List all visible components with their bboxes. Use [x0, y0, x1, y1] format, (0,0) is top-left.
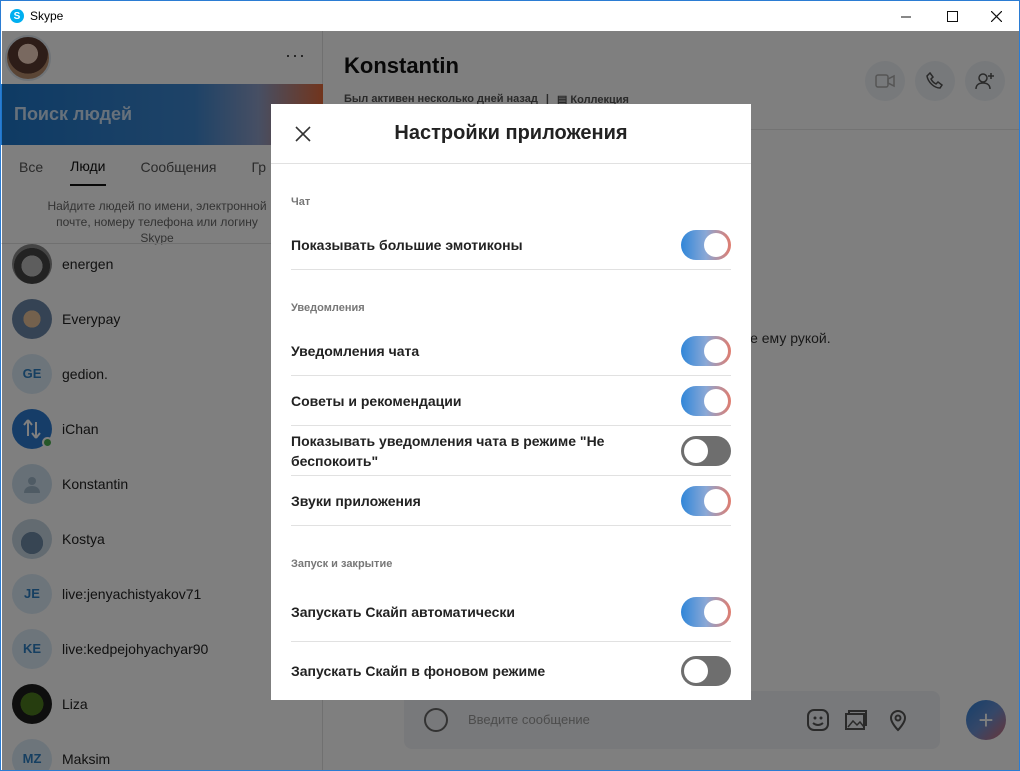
setting-label: Уведомления чата: [291, 342, 420, 359]
toggle-knob: [704, 599, 728, 624]
setting-dnd-notifications: Показывать уведомления чата в режиме "Не…: [291, 426, 731, 476]
setting-label: Запускать Скайп автоматически: [291, 603, 516, 620]
chat-notifications-toggle[interactable]: [681, 335, 731, 366]
title-bar: S Skype: [1, 1, 1019, 31]
toggle-knob: [684, 659, 708, 683]
large-emoticons-toggle[interactable]: [681, 229, 731, 260]
setting-chat-notifications: Уведомления чата: [291, 326, 731, 376]
setting-app-sounds: Звуки приложения: [291, 476, 731, 526]
setting-tips: Советы и рекомендации: [291, 376, 731, 426]
setting-large-emoticons: Показывать большие эмотиконы: [291, 220, 731, 270]
setting-label: Показывать большие эмотиконы: [291, 236, 523, 253]
section-chat-label: Чат: [291, 196, 311, 208]
toggle-knob: [704, 338, 728, 363]
auto-start-toggle[interactable]: [681, 596, 731, 627]
toggle-knob: [704, 488, 728, 513]
dnd-notifications-toggle[interactable]: [681, 435, 731, 466]
close-icon: [990, 10, 1002, 22]
background-start-toggle[interactable]: [681, 656, 731, 686]
app-sounds-toggle[interactable]: [681, 485, 731, 516]
minimize-button[interactable]: [883, 1, 929, 31]
maximize-button[interactable]: [929, 1, 975, 31]
toggle-knob: [704, 388, 728, 413]
skype-window: S Skype ··· Поиск людей Все Люди Сообщен…: [0, 0, 1020, 771]
setting-auto-start: Запускать Скайп автоматически: [291, 582, 731, 642]
setting-background-start: Запускать Скайп в фоновом режиме: [291, 642, 731, 700]
tips-toggle[interactable]: [681, 385, 731, 416]
minimize-icon: [900, 16, 911, 17]
toggle-knob: [704, 232, 728, 257]
setting-label: Звуки приложения: [291, 492, 421, 509]
close-window-button[interactable]: [973, 1, 1019, 31]
maximize-icon: [946, 10, 958, 22]
app-settings-dialog: Настройки приложения Чат Показывать боль…: [271, 104, 751, 700]
section-notifications-label: Уведомления: [291, 302, 365, 314]
setting-label: Показывать уведомления чата в режиме "Не…: [291, 432, 605, 469]
dialog-title: Настройки приложения: [394, 122, 628, 144]
window-title: Skype: [30, 9, 64, 23]
skype-logo-icon: S: [10, 9, 24, 23]
setting-label: Запускать Скайп в фоновом режиме: [291, 663, 546, 679]
section-startup-label: Запуск и закрытие: [291, 558, 393, 570]
dialog-header: Настройки приложения: [271, 104, 751, 164]
toggle-knob: [684, 438, 708, 463]
setting-label: Советы и рекомендации: [291, 392, 462, 409]
